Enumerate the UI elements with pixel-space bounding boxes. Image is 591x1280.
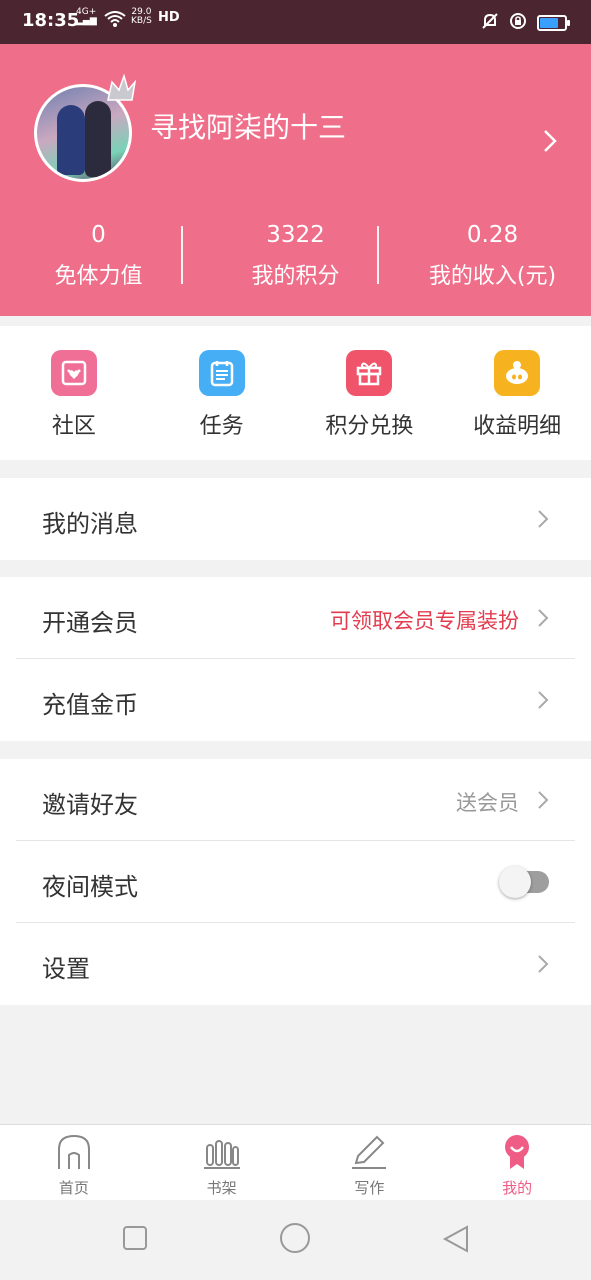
stat-stamina[interactable]: 0 免体力值 xyxy=(0,220,197,300)
stat-points[interactable]: 3322 我的积分 xyxy=(181,220,394,300)
quick-action-label: 任务 xyxy=(199,414,244,439)
stat-divider xyxy=(181,226,183,284)
rotation-lock-icon xyxy=(509,12,527,34)
stat-value: 0 xyxy=(91,222,106,248)
stat-income[interactable]: 0.28 我的收入(元) xyxy=(377,220,591,300)
menu-label: 设置 xyxy=(42,955,90,983)
pen-icon xyxy=(350,1135,388,1175)
menu-recharge-coins[interactable]: 充值金币 xyxy=(0,659,591,741)
stat-label: 免体力值 xyxy=(54,264,143,289)
stat-value: 3322 xyxy=(266,222,325,248)
back-triangle-icon[interactable] xyxy=(441,1224,471,1258)
gift-icon xyxy=(346,350,393,396)
profile-header[interactable]: 寻找阿柒的十三 0 免体力值 3322 我的积分 0.28 我的收入(元) xyxy=(0,44,591,316)
chevron-right-icon xyxy=(537,690,549,714)
night-mode-toggle[interactable] xyxy=(499,866,549,898)
menu-label: 邀请好友 xyxy=(42,791,138,819)
invite-note: 送会员 xyxy=(456,791,519,815)
chevron-right-icon xyxy=(537,954,549,978)
hd-badge: HD xyxy=(158,10,180,25)
network-speed: 29.0 KB/S xyxy=(131,8,152,26)
tab-mine[interactable]: 我的 xyxy=(443,1125,591,1200)
piggy-bank-icon xyxy=(494,350,541,396)
menu-night-mode: 夜间模式 xyxy=(0,841,591,923)
tab-home[interactable]: 首页 xyxy=(0,1125,148,1200)
network-type: 4G+ xyxy=(76,7,97,17)
profile-icon xyxy=(498,1135,536,1175)
menu-settings[interactable]: 设置 xyxy=(0,923,591,1005)
speed-unit: KB/S xyxy=(131,16,152,26)
task-icon xyxy=(198,350,245,396)
menu-group-messages: 我的消息 xyxy=(0,478,591,560)
wifi-icon xyxy=(104,11,126,31)
home-icon xyxy=(56,1134,92,1175)
username[interactable]: 寻找阿柒的十三 xyxy=(150,106,346,146)
tab-label: 写作 xyxy=(354,1179,385,1197)
chevron-right-icon xyxy=(537,509,549,533)
menu-label: 夜间模式 xyxy=(42,873,138,901)
quick-action-label: 积分兑换 xyxy=(325,414,414,439)
status-time: 18:35 xyxy=(22,10,80,31)
menu-group-membership: 开通会员 可领取会员专属装扮 充值金币 xyxy=(0,577,591,741)
bottom-tab-bar: 首页 书架 写作 我的 xyxy=(0,1124,591,1200)
chevron-right-icon[interactable] xyxy=(542,128,558,158)
tab-label: 书架 xyxy=(206,1179,237,1197)
vip-promo-text: 可领取会员专属装扮 xyxy=(330,609,519,633)
chevron-right-icon xyxy=(537,608,549,632)
menu-label: 充值金币 xyxy=(42,691,138,719)
signal-icon: 4G+ ▂▄▆ xyxy=(76,7,97,26)
menu-my-messages[interactable]: 我的消息 xyxy=(0,478,591,560)
stat-divider xyxy=(377,226,379,284)
quick-action-label: 社区 xyxy=(51,414,96,439)
stats-row: 0 免体力值 3322 我的积分 0.28 我的收入(元) xyxy=(0,220,591,300)
quick-action-points-exchange[interactable]: 积分兑换 xyxy=(296,326,444,460)
quick-actions: 社区 任务 积分兑换 收益明细 xyxy=(0,326,591,460)
home-circle-icon[interactable] xyxy=(279,1222,311,1258)
system-nav-bar xyxy=(0,1200,591,1280)
menu-open-vip[interactable]: 开通会员 可领取会员专属装扮 xyxy=(0,577,591,659)
tab-label: 首页 xyxy=(58,1179,89,1197)
status-bar: 18:35 4G+ ▂▄▆ 29.0 KB/S HD xyxy=(0,0,591,44)
stat-label: 我的收入(元) xyxy=(428,264,557,289)
mute-bell-icon xyxy=(481,12,499,34)
menu-group-other: 邀请好友 送会员 夜间模式 设置 xyxy=(0,759,591,1005)
recent-apps-icon[interactable] xyxy=(121,1224,149,1256)
quick-action-community[interactable]: 社区 xyxy=(0,326,148,460)
stat-label: 我的积分 xyxy=(251,264,340,289)
tab-bookshelf[interactable]: 书架 xyxy=(148,1125,296,1200)
quick-action-label: 收益明细 xyxy=(473,414,562,439)
menu-label: 开通会员 xyxy=(42,609,138,637)
crown-icon xyxy=(104,72,138,110)
tab-label: 我的 xyxy=(502,1179,533,1197)
quick-action-task[interactable]: 任务 xyxy=(148,326,296,460)
bookshelf-icon xyxy=(203,1140,241,1175)
chevron-right-icon xyxy=(537,790,549,814)
quick-action-earnings[interactable]: 收益明细 xyxy=(443,326,591,460)
menu-invite-friends[interactable]: 邀请好友 送会员 xyxy=(0,759,591,841)
tab-write[interactable]: 写作 xyxy=(296,1125,444,1200)
battery-icon xyxy=(537,15,570,31)
menu-label: 我的消息 xyxy=(42,510,138,538)
stat-value: 0.28 xyxy=(466,222,519,248)
community-icon xyxy=(50,350,97,396)
